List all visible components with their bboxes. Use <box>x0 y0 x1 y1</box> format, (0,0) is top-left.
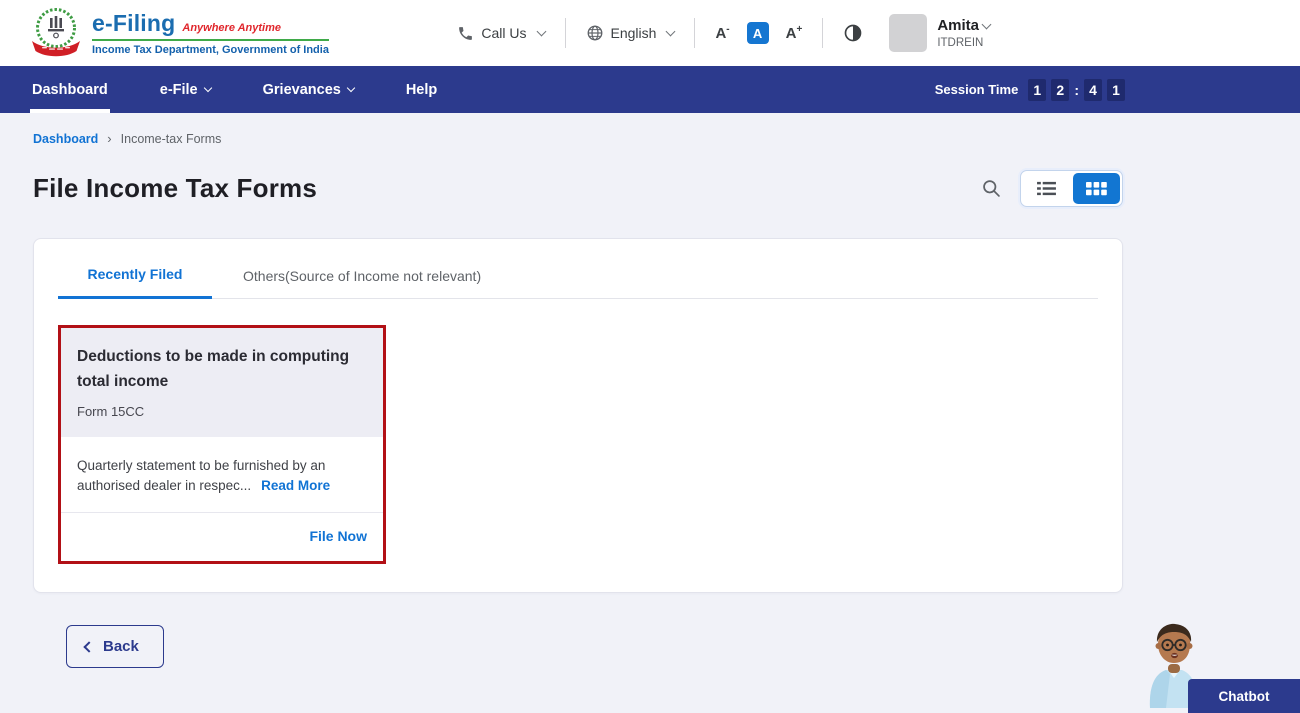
chatbot-label: Chatbot <box>1218 688 1270 704</box>
nav-grievances[interactable]: Grievances <box>263 66 356 113</box>
brand-subtitle: Income Tax Department, Government of Ind… <box>92 44 329 56</box>
contrast-toggle[interactable] <box>843 23 863 43</box>
form-card-title: Deductions to be made in computing total… <box>77 348 350 390</box>
page-title: File Income Tax Forms <box>33 173 318 203</box>
chevron-down-icon <box>203 83 212 93</box>
file-now-link[interactable]: File Now <box>309 528 367 544</box>
chevron-down-icon <box>981 19 992 29</box>
search-icon <box>983 180 1000 197</box>
globe-icon <box>587 25 602 41</box>
chatbot-button[interactable]: Chatbot <box>1188 679 1300 713</box>
nav-dashboard[interactable]: Dashboard <box>30 66 110 113</box>
tab-recently-filed[interactable]: Recently Filed <box>58 266 212 299</box>
main-navbar: Dashboard e-File Grievances Help Session… <box>0 66 1300 113</box>
session-digit: 1 <box>1028 78 1047 101</box>
user-name: Amita <box>937 17 979 34</box>
income-tax-emblem-icon <box>32 8 80 57</box>
form-card-form-number: Form 15CC <box>77 403 145 419</box>
user-menu[interactable]: Amita ITDREIN <box>889 14 992 52</box>
back-button-label: Back <box>103 638 139 655</box>
nav-efile[interactable]: e-File <box>160 66 212 113</box>
font-decrease-button[interactable]: A- <box>715 24 729 42</box>
breadcrumb-current: Income-tax Forms <box>120 131 222 146</box>
avatar <box>889 14 928 52</box>
chevron-left-icon <box>83 640 95 653</box>
language-menu[interactable]: English <box>586 24 676 42</box>
header-divider <box>822 18 824 48</box>
logo-divider <box>92 39 329 41</box>
chevron-down-icon <box>346 83 356 93</box>
form-card-header: Deductions to be made in computing total… <box>61 328 383 437</box>
contrast-icon <box>844 24 862 42</box>
session-time-label: Session Time <box>934 82 1019 97</box>
form-card-15cc[interactable]: Deductions to be made in computing total… <box>58 325 386 565</box>
header-divider <box>564 18 566 48</box>
font-size-controls: A- A A+ <box>715 22 802 44</box>
tab-others[interactable]: Others(Source of Income not relevant) <box>243 268 481 298</box>
breadcrumb-dashboard-link[interactable]: Dashboard <box>33 132 98 146</box>
session-colon: : <box>1074 81 1079 98</box>
back-button[interactable]: Back <box>66 625 164 668</box>
session-digit: 4 <box>1084 78 1102 101</box>
user-id: ITDREIN <box>937 37 984 49</box>
session-digit: 2 <box>1051 78 1070 101</box>
read-more-link[interactable]: Read More <box>261 478 330 493</box>
session-timer: Session Time 1 2 : 4 1 <box>935 66 1125 113</box>
chevron-down-icon <box>665 26 676 37</box>
phone-icon <box>459 26 473 40</box>
call-us-menu[interactable]: Call Us <box>457 25 546 42</box>
top-header: e-Filing Anywhere Anytime Income Tax Dep… <box>0 0 1300 66</box>
search-button[interactable] <box>981 178 1002 199</box>
font-normal-button[interactable]: A <box>746 22 769 44</box>
form-card-footer: File Now <box>61 513 383 561</box>
form-card-body: Quarterly statement to be furnished by a… <box>61 437 383 514</box>
forms-panel: Recently Filed Others(Source of Income n… <box>33 238 1123 593</box>
grid-view-icon <box>1086 181 1107 195</box>
brand-name: e-Filing <box>92 10 176 36</box>
efiling-logo[interactable]: e-Filing Anywhere Anytime Income Tax Dep… <box>30 5 329 61</box>
call-us-label: Call Us <box>481 25 527 41</box>
nav-help[interactable]: Help <box>406 66 437 113</box>
list-view-button[interactable] <box>1023 173 1070 204</box>
list-view-icon <box>1037 181 1056 196</box>
language-label: English <box>610 25 657 41</box>
forms-tabs: Recently Filed Others(Source of Income n… <box>58 239 1098 299</box>
view-toggle <box>1020 170 1123 207</box>
grid-view-button[interactable] <box>1073 173 1120 204</box>
session-digit: 1 <box>1107 78 1125 101</box>
brand-tagline: Anywhere Anytime <box>182 22 281 34</box>
font-increase-button[interactable]: A+ <box>786 24 803 42</box>
chevron-down-icon <box>536 26 546 37</box>
breadcrumb-separator: › <box>107 131 112 146</box>
breadcrumb: Dashboard › Income-tax Forms <box>33 131 1123 146</box>
header-divider <box>694 18 696 48</box>
